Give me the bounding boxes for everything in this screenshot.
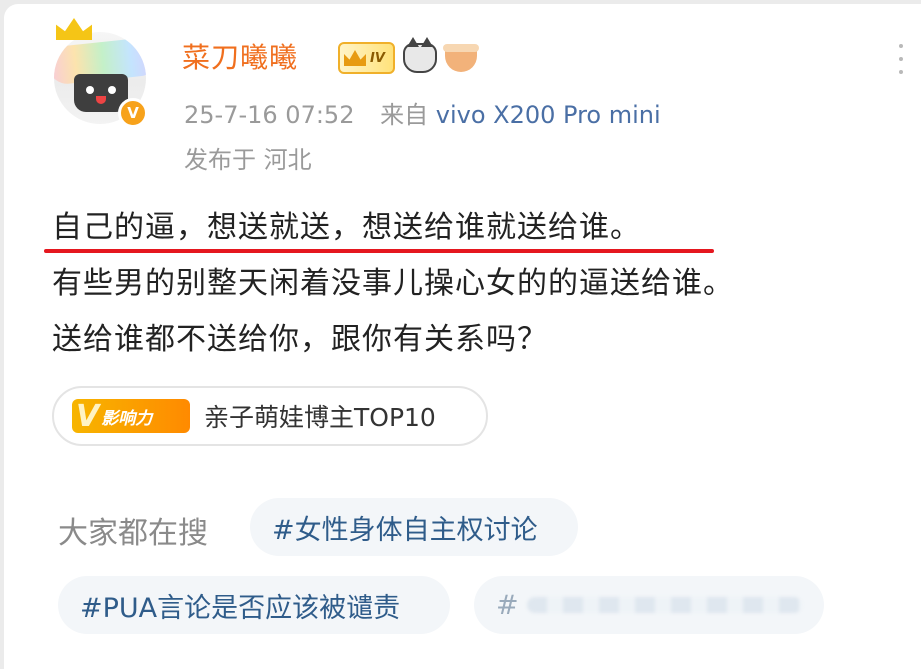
- post-line-3: 送给谁都不送给你，跟你有关系吗？: [52, 322, 548, 357]
- verified-icon: V: [118, 98, 148, 128]
- trending-tag-hash: #: [496, 589, 519, 621]
- source-prefix: 来自: [380, 101, 429, 129]
- trending-tag[interactable]: #PUA言论是否应该被谴责: [58, 576, 450, 634]
- trending-tag[interactable]: #女性身体自主权讨论: [250, 498, 578, 556]
- red-underline: [44, 249, 714, 253]
- influence-badge-label: 影响力: [101, 408, 153, 429]
- post-timestamp: 25-7-16 07:52: [184, 101, 355, 129]
- crown-icon: [56, 18, 92, 40]
- post-meta: 25-7-16 07:52 来自 vivo X200 Pro mini: [184, 99, 661, 131]
- noodle-bowl-icon[interactable]: [442, 44, 479, 72]
- user-badges: IV: [338, 37, 479, 76]
- more-options-icon[interactable]: [895, 44, 907, 74]
- post-body: 自己的逼，想送就送，想送给谁就送给谁。 有些男的别整天闲着没事儿操心女的的逼送给…: [52, 200, 912, 368]
- post-line-2: 有些男的别整天闲着没事儿操心女的的逼送给谁。: [52, 266, 734, 301]
- avatar[interactable]: V: [48, 14, 158, 129]
- post-location: 发布于 河北: [184, 146, 312, 174]
- influence-badge: V 影响力: [72, 398, 190, 434]
- vip-level-label: IV: [370, 50, 385, 66]
- post-line-1: 自己的逼，想送就送，想送给谁就送给谁。: [52, 210, 641, 245]
- influence-text: 亲子萌娃博主TOP10: [204, 403, 436, 432]
- trending-tag-blurred[interactable]: #: [474, 576, 824, 634]
- influence-v-icon: V: [76, 398, 100, 434]
- device-link[interactable]: vivo X200 Pro mini: [436, 101, 661, 129]
- cat-face-icon[interactable]: [402, 37, 437, 73]
- crown-icon: [344, 50, 366, 66]
- trending-search-label: 大家都在搜: [58, 516, 208, 551]
- username[interactable]: 菜刀曦曦: [182, 38, 298, 78]
- post-card: V 菜刀曦曦 IV 25-7-16 07:52 来自 vivo X200 Pro…: [4, 4, 921, 669]
- influence-badge-pill[interactable]: V 影响力 亲子萌娃博主TOP10: [52, 386, 488, 446]
- vip-level-badge[interactable]: IV: [338, 42, 395, 74]
